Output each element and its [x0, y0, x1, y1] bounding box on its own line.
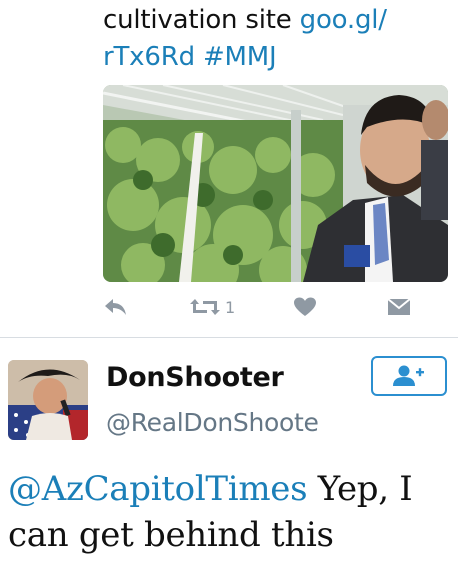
tweet-body-line1: Yep, I — [307, 469, 413, 509]
short-link-part2[interactable]: rTx6Rd — [103, 42, 195, 72]
add-user-icon — [393, 365, 424, 386]
tweet-card-top: cultivation site goo.gl/ rTx6Rd #MMJ 1 — [0, 0, 458, 334]
avatar-image — [8, 360, 88, 440]
hashtag-mmj[interactable]: #MMJ — [203, 42, 277, 72]
reply-icon — [105, 299, 126, 315]
reply-button[interactable] — [103, 292, 129, 322]
retweet-icon — [190, 299, 220, 315]
tweet-photo[interactable] — [103, 85, 448, 282]
message-button[interactable] — [386, 292, 412, 322]
tweet-text: cultivation site goo.gl/ rTx6Rd #MMJ — [103, 2, 443, 76]
tweet-text-line1: cultivation site — [103, 5, 300, 35]
heart-icon — [294, 297, 316, 316]
tweet-card-bottom: DonShooter @RealDonShoote @AzCapitolTime… — [0, 338, 458, 563]
retweet-count: 1 — [225, 297, 236, 317]
short-link-part1[interactable]: goo.gl/ — [300, 5, 387, 35]
follow-button[interactable] — [371, 356, 447, 396]
tweet-actions: 1 — [103, 292, 423, 322]
greenhouse-photo — [103, 85, 448, 282]
display-name[interactable]: DonShooter — [106, 362, 284, 393]
retweet-button[interactable]: 1 — [189, 292, 235, 322]
mention-link[interactable]: @AzCapitolTimes — [8, 469, 308, 509]
like-button[interactable] — [293, 292, 317, 322]
avatar[interactable] — [8, 360, 88, 440]
tweet-body-line2: can get behind this — [8, 515, 334, 555]
tweet-body: @AzCapitolTimes Yep, I can get behind th… — [8, 466, 458, 558]
envelope-icon — [387, 298, 411, 315]
user-handle[interactable]: @RealDonShoote — [106, 408, 319, 437]
